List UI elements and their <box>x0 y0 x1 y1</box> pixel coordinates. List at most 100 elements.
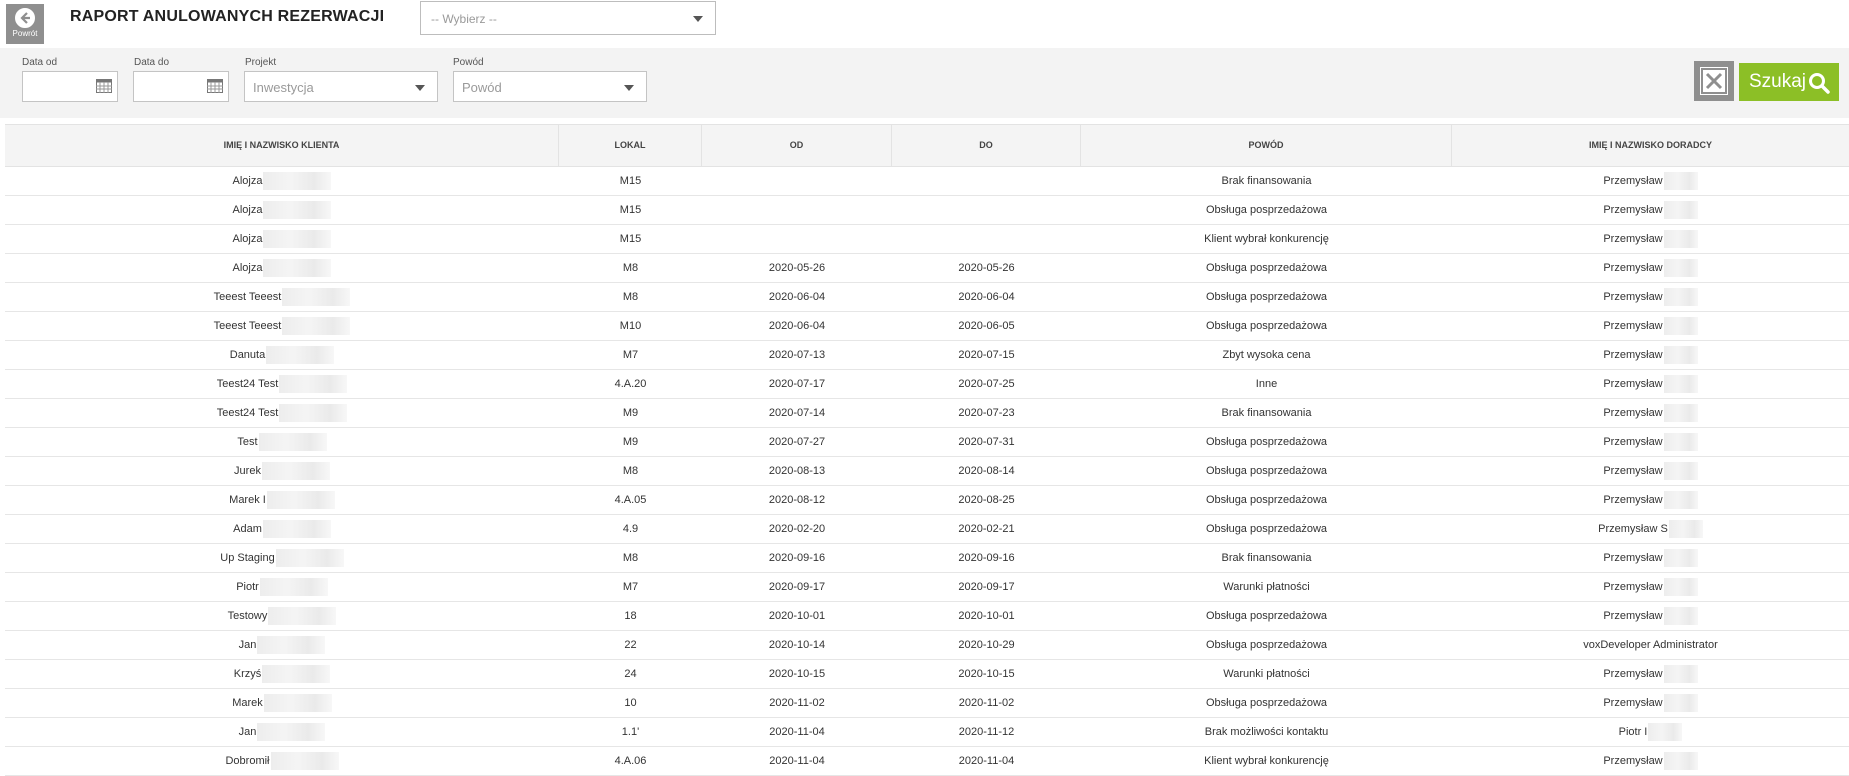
cell-do: 2020-10-15 <box>892 660 1081 688</box>
filter-bar: Data od Data do Projekt Inwestycja Powód… <box>0 48 1849 118</box>
cell-lokal: M10 <box>559 312 702 340</box>
table-row[interactable]: Jan 22 2020-10-14 2020-10-29 Obsługa posprze… <box>5 631 1849 660</box>
cell-do-text: 2020-06-05 <box>958 320 1015 332</box>
cell-od: 2020-07-17 <box>702 370 892 398</box>
table-row[interactable]: Teest24 Test M9 2020-07-14 2020-07-23 Brak f… <box>5 399 1849 428</box>
cell-lokal-text: M8 <box>622 262 639 274</box>
back-button[interactable]: Powrót <box>6 4 44 44</box>
cell-doradca: Przemysław <box>1452 602 1849 630</box>
cell-lokal-text: M8 <box>622 465 639 477</box>
search-button[interactable]: Szukaj <box>1739 63 1839 101</box>
table-row[interactable]: Up Staging M8 2020-09-16 2020-09-16 Brak fin… <box>5 544 1849 573</box>
cell-do-text: 2020-11-12 <box>958 726 1015 738</box>
table-row[interactable]: Danuta M7 2020-07-13 2020-07-15 Zbyt wysoka … <box>5 341 1849 370</box>
cell-od-text: 2020-07-13 <box>768 349 826 361</box>
cell-od-text: 2020-09-16 <box>768 552 826 564</box>
cell-do: 2020-07-23 <box>892 399 1081 427</box>
report-select[interactable]: -- Wybierz -- <box>420 1 716 35</box>
redacted-text <box>268 607 337 626</box>
table-row[interactable]: Adam 4.9 2020-02-20 2020-02-21 Obsługa pospr… <box>5 515 1849 544</box>
cell-od: 2020-10-14 <box>702 631 892 659</box>
cell-lokal-text: M15 <box>619 204 642 216</box>
table-row[interactable]: Marek I 4.A.05 2020-08-12 2020-08-25 Obsługa… <box>5 486 1849 515</box>
cell-doradca-text: Przemysław <box>1603 552 1663 564</box>
cell-doradca-text: Przemysław <box>1603 378 1663 390</box>
cell-od: 2020-07-13 <box>702 341 892 369</box>
column-header-do[interactable]: DO <box>892 125 1081 166</box>
redacted-text <box>1648 723 1683 742</box>
project-select[interactable]: Inwestycja <box>244 71 438 102</box>
table-row[interactable]: Teeest Teeest M8 2020-06-04 2020-06-04 Obsłu… <box>5 283 1849 312</box>
cell-od: 2020-10-15 <box>702 660 892 688</box>
export-excel-button[interactable] <box>1694 61 1734 101</box>
date-to-input[interactable] <box>133 71 229 102</box>
table-row[interactable]: Alojza M15 Brak finansowania Przemysław <box>5 167 1849 196</box>
redacted-text <box>279 375 348 394</box>
cell-lokal: M8 <box>559 457 702 485</box>
back-label: Powrót <box>12 29 38 38</box>
table-row[interactable]: Alojza M15 Klient wybrał konkurencję Przemy… <box>5 225 1849 254</box>
cell-client-text: Test <box>237 436 258 448</box>
table-row[interactable]: Jurek M8 2020-08-13 2020-08-14 Obsługa pospr… <box>5 457 1849 486</box>
table-row[interactable]: Test M9 2020-07-27 2020-07-31 Obsługa posprz… <box>5 428 1849 457</box>
cell-client: Alojza <box>5 196 559 224</box>
chevron-down-icon <box>693 16 703 22</box>
cell-lokal-text: 4.A.06 <box>614 755 647 767</box>
redacted-text <box>1663 665 1698 684</box>
cell-client: Jan <box>5 631 559 659</box>
cell-lokal-text: 24 <box>624 668 637 680</box>
cell-od <box>702 167 892 195</box>
cell-do: 2020-07-25 <box>892 370 1081 398</box>
cell-do-text: 2020-08-14 <box>958 465 1015 477</box>
table-row[interactable]: Teeest Teeest M10 2020-06-04 2020-06-05 Obsł… <box>5 312 1849 341</box>
cell-od-text: 2020-08-13 <box>768 465 826 477</box>
cell-client: Alojza <box>5 167 559 195</box>
column-header-lokal[interactable]: LOKAL <box>559 125 702 166</box>
cell-powod-text: Obsługa posprzedażowa <box>1205 697 1328 709</box>
table-row[interactable]: Alojza M8 2020-05-26 2020-05-26 Obsługa posp… <box>5 254 1849 283</box>
date-from-input[interactable] <box>22 71 118 102</box>
table-row[interactable]: Dobromił 4.A.06 2020-11-04 2020-11-04 Klient… <box>5 747 1849 776</box>
cell-lokal: M15 <box>559 167 702 195</box>
reason-select[interactable]: Powód <box>453 71 647 102</box>
redacted-text <box>1663 288 1698 307</box>
redacted-text <box>275 549 344 568</box>
column-header-od[interactable]: OD <box>702 125 892 166</box>
cell-od-text: 2020-10-14 <box>768 639 826 651</box>
column-header-doradca[interactable]: IMIĘ I NAZWISKO DORADCY <box>1452 125 1849 166</box>
table-row[interactable]: Testowy 18 2020-10-01 2020-10-01 Obsługa pos… <box>5 602 1849 631</box>
search-icon <box>1809 73 1830 94</box>
table-row[interactable]: Marek 10 2020-11-02 2020-11-02 Obsługa pospr… <box>5 689 1849 718</box>
cell-od: 2020-11-04 <box>702 747 892 775</box>
cell-powod: Brak finansowania <box>1081 399 1452 427</box>
column-header-client[interactable]: IMIĘ I NAZWISKO KLIENTA <box>5 125 559 166</box>
date-from-label: Data od <box>22 57 58 68</box>
cell-client-text: Teeest Teeest <box>213 320 282 332</box>
redacted-text <box>258 433 327 452</box>
column-header-powod[interactable]: POWÓD <box>1081 125 1452 166</box>
cell-client-text: Teeest Teeest <box>213 291 282 303</box>
cell-client: Up Staging <box>5 544 559 572</box>
table-row[interactable]: Teest24 Test 4.A.20 2020-07-17 2020-07-25 In… <box>5 370 1849 399</box>
cell-lokal-text: 22 <box>624 639 637 651</box>
redacted-text <box>266 346 335 365</box>
cell-doradca: Przemysław <box>1452 254 1849 282</box>
cell-od-text: 2020-11-04 <box>769 755 825 767</box>
redacted-text <box>1663 404 1698 423</box>
cell-doradca: Przemysław <box>1452 486 1849 514</box>
cell-client: Alojza <box>5 225 559 253</box>
table-row[interactable]: Piotr M7 2020-09-17 2020-09-17 Warunki płatn… <box>5 573 1849 602</box>
cell-powod: Warunki płatności <box>1081 573 1452 601</box>
table-row[interactable]: Krzyś 24 2020-10-15 2020-10-15 Warunki płatn… <box>5 660 1849 689</box>
cell-client-text: Dobromił <box>225 755 270 767</box>
cell-lokal-text: 18 <box>624 610 637 622</box>
cell-client-text: Krzyś <box>233 668 262 680</box>
table-row[interactable]: Jan 1.1' 2020-11-04 2020-11-12 Brak możliwoś… <box>5 718 1849 747</box>
cell-powod-text: Klient wybrał konkurencję <box>1204 755 1329 767</box>
redacted-text <box>1663 549 1698 568</box>
cell-do-text: 2020-09-17 <box>958 581 1015 593</box>
cell-doradca: Przemysław <box>1452 573 1849 601</box>
cell-do-text: 2020-10-01 <box>958 610 1015 622</box>
table-row[interactable]: Alojza M15 Obsługa posprzedażowa Przemysław <box>5 196 1849 225</box>
cell-do: 2020-10-01 <box>892 602 1081 630</box>
